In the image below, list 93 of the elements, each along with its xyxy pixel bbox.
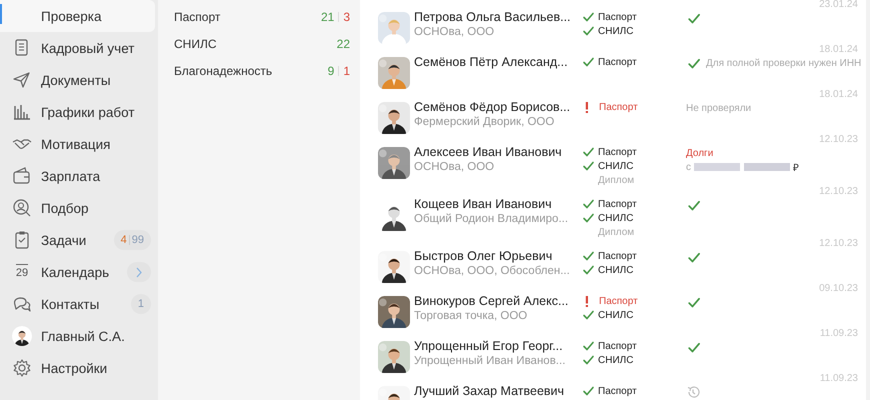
check-label: Паспорт [598,198,637,210]
check-label: СНИЛС [598,354,634,366]
person-name: Петрова Ольга Васильев... [414,10,572,25]
amount-prefix: с [686,162,691,172]
check-label: Паспорт [598,56,637,68]
debt-label: Долги [686,146,714,160]
person-name: Лучший Захар Матвеевич [414,384,566,399]
person-row[interactable]: Семёнов Фёдор Борисов... Фермерский Дворик, ООО Паспорт Не проверяли [360,100,866,135]
gear-icon [12,358,32,378]
company-name: Упрощенный Иван Иванов... [414,354,566,368]
person-name: Упрощенный Егор Георг... [414,339,564,354]
check-icon [582,385,595,397]
count-badge: 4 99 [114,230,151,250]
sidebar-item[interactable]: Документы [0,64,155,96]
check-icon [582,11,595,23]
result-note: Не проверяли [686,102,752,115]
sidebar-item[interactable]: Задачи 4 99 [0,224,155,256]
person-row[interactable]: Упрощенный Егор Георг... Упрощенный Иван Иванов... Паспорт СНИЛС [360,339,866,374]
person-row[interactable]: Лучший Захар Матвеевич Паспорт [360,384,866,400]
check-icon [582,146,595,158]
check-icon [582,264,595,276]
check-icon [582,212,595,224]
bar-chart-icon [12,102,32,122]
sidebar-item[interactable]: Проверка [0,0,155,32]
person-row[interactable]: Алексеев Иван Иванович ОСНОва, ООО Паспорт СНИЛС Диплом Долги с ₽ [360,145,866,187]
check-icon [582,250,595,262]
currency-sign: ₽ [793,162,799,174]
sidebar-item[interactable]: Подбор [0,192,155,224]
check-label: Паспорт [598,340,637,352]
person-row[interactable]: Быстров Олег Юрьевич ОСНОва, ООО, Обособлен... Паспорт СНИЛС [360,249,866,284]
check-label: Паспорт [599,296,638,306]
person-row[interactable]: Винокуров Сергей Алекс... Торговая точка, ООО Паспорт СНИЛС [360,294,866,329]
result-note: Для полной проверки нужен ИНН [706,58,862,68]
sidebar-item[interactable]: Зарплата [0,160,155,192]
expand-button[interactable] [127,262,151,282]
check-icon [582,309,595,321]
person-row[interactable]: Петрова Ольга Васильев... ОСНОва, ООО Паспорт СНИЛС [360,10,866,45]
company-name: Общий Родион Владимиро... [414,212,570,226]
check-icon [582,354,595,366]
check-icon [686,340,702,354]
sidebar-item[interactable]: 29 Календарь [0,256,155,288]
check-label: СНИЛС [598,264,634,276]
company-name: ОСНОва, ООО, Обособлен... [414,264,571,278]
sidebar-item[interactable]: Мотивация [0,128,155,160]
check-icon [686,11,702,25]
check-label: Паспорт [598,386,637,396]
filter-item[interactable]: Паспорт 21 3 [174,3,350,30]
check-label: Паспорт [598,250,637,262]
check-label: Диплом [598,174,634,186]
check-label: Паспорт [599,102,638,112]
check-icon [582,56,595,68]
person-name: Алексеев Иван Иванович [414,145,563,160]
check-icon [686,198,702,212]
person-name: Винокуров Сергей Алекс... [414,294,570,309]
company-name: ОСНОва, ООО [414,25,496,39]
person-row[interactable]: Кощеев Иван Иванович Общий Родион Владимиро... Паспорт СНИЛС Диплом [360,197,866,239]
sidebar-item[interactable]: Настройки [0,352,155,384]
person-name: Кощеев Иван Иванович [414,197,553,212]
warning-icon [585,102,589,112]
filter-item[interactable]: СНИЛС 22 [174,30,350,57]
person-row[interactable]: Семёнов Пётр Александ... Паспорт Для полной проверки нужен ИНН [360,55,866,90]
check-icon [582,25,595,37]
check-label: Паспорт [598,12,637,22]
check-icon [582,340,595,352]
company-name: ОСНОва, ООО [414,160,496,174]
profile-menu-item[interactable]: Главный С.А. [0,320,155,352]
check-icon [686,56,702,70]
check-icon [582,160,595,172]
company-name: Торговая точка, ООО [414,309,528,323]
wallet-icon [12,166,32,186]
filter-item[interactable]: Благонадежность 9 1 [174,57,350,84]
sidebar-item[interactable]: Графики работ [0,96,155,128]
count-badge: 1 [130,294,151,314]
history-icon [686,385,700,399]
check-label: СНИЛС [598,212,634,224]
check-label: СНИЛС [598,160,634,172]
chevron-right-icon [136,266,142,278]
person-name: Быстров Олег Юрьевич [414,249,554,264]
person-name: Семёнов Пётр Александ... [414,55,569,70]
paper-plane-icon [12,70,32,90]
warning-icon [585,296,589,306]
check-label: СНИЛС [598,26,634,36]
sidebar-item[interactable]: Кадровый учет [0,32,155,64]
company-name: Фермерский Дворик, ООО [414,115,556,129]
person-search-icon [12,198,32,218]
check-label: Паспорт [598,146,637,158]
check-label: СНИЛС [598,310,634,320]
check-icon [582,198,595,210]
check-label: Диплом [598,226,634,238]
check-icon [686,250,702,264]
person-name: Семёнов Фёдор Борисов... [414,100,572,115]
check-icon [686,295,702,309]
sidebar-item[interactable]: Контакты 1 [0,288,155,320]
